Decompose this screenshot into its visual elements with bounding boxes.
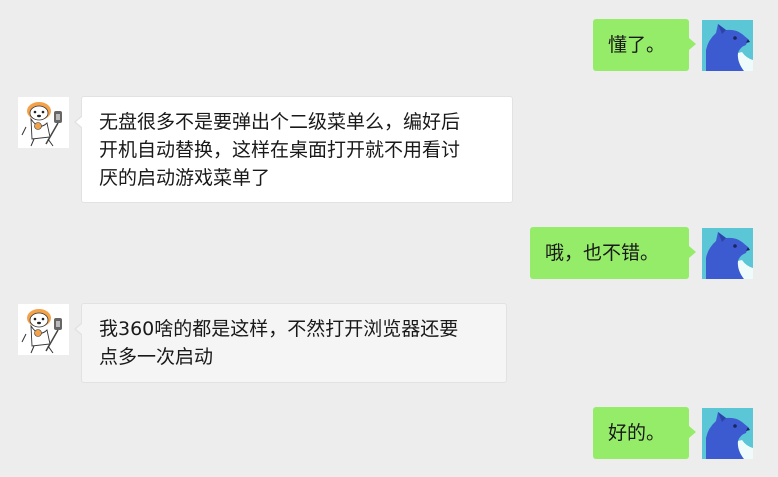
message-bubble-self[interactable]: 哦，也不错。 [530, 227, 696, 279]
contact-avatar-icon[interactable] [18, 97, 69, 148]
message-text: 我360啥的都是这样，不然打开浏览器还要 点多一次启动 [99, 318, 459, 368]
message-bubble-contact[interactable]: 无盘很多不是要弹出个二级菜单么，编好后 开机自动替换，这样在桌面打开就不用看讨 … [74, 96, 513, 203]
contact-avatar-icon[interactable] [18, 304, 69, 355]
message-bubble-contact[interactable]: 我360啥的都是这样，不然打开浏览器还要 点多一次启动 [74, 303, 507, 383]
message-text: 哦，也不错。 [545, 242, 660, 264]
message-text: 好的。 [608, 422, 666, 444]
self-avatar-icon[interactable] [702, 228, 753, 279]
message-bubble-self[interactable]: 懂了。 [593, 19, 696, 71]
self-avatar-icon[interactable] [702, 20, 753, 71]
chat-message-list: 懂了。 无盘很多不是要弹出个二级菜单么，编好后 开机自动替换，这样在桌面打开就不… [0, 0, 778, 477]
self-avatar-icon[interactable] [702, 408, 753, 459]
message-text: 懂了。 [608, 34, 666, 56]
message-text: 无盘很多不是要弹出个二级菜单么，编好后 开机自动替换，这样在桌面打开就不用看讨 … [99, 111, 461, 189]
message-bubble-self[interactable]: 好的。 [593, 407, 696, 459]
